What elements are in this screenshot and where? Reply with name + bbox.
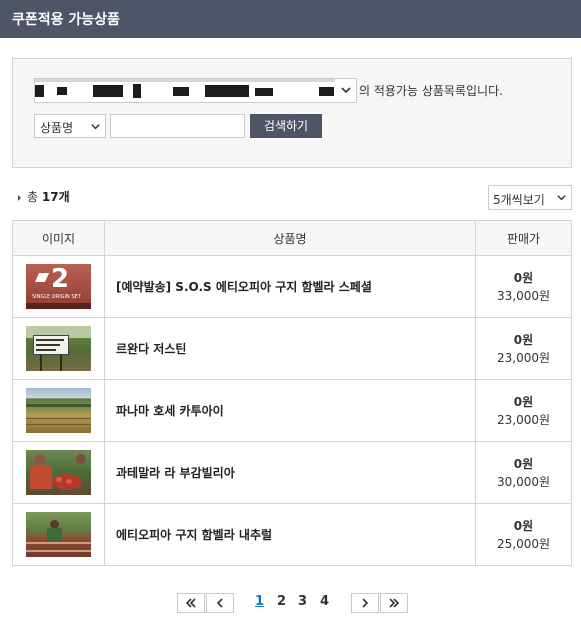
product-name[interactable]: 파나마 호세 카투아이 <box>105 380 476 441</box>
table-row[interactable]: 과테말라 라 부감빌리아 0원 30,000원 <box>13 442 571 504</box>
page-link-4[interactable]: 4 <box>320 594 329 609</box>
coupon-select-suffix: 의 적용가능 상품목록입니다. <box>359 84 503 98</box>
price-cell: 0원 23,000원 <box>476 380 571 441</box>
page-link-1[interactable]: 1 <box>255 594 264 609</box>
page-title: 쿠폰적용 가능상품 <box>0 0 581 38</box>
total-count-value: 17개 <box>41 190 70 204</box>
pagination: 1 2 3 4 <box>0 593 581 613</box>
redacted-block <box>205 85 249 97</box>
sale-price: 0원 <box>513 457 534 471</box>
image-cell <box>13 504 105 565</box>
column-header-image: 이미지 <box>13 221 105 255</box>
image-cell <box>13 318 105 379</box>
product-name[interactable]: 과테말라 라 부감빌리아 <box>105 442 476 503</box>
price-cell: 0원 25,000원 <box>476 504 571 565</box>
column-header-price: 판매가 <box>506 231 541 246</box>
search-button[interactable]: 검색하기 <box>250 114 322 138</box>
bullet-icon <box>18 194 21 201</box>
original-price: 23,000원 <box>496 351 551 365</box>
thumb-caption: SINGLE ORIGIN SET <box>32 294 81 300</box>
product-name[interactable]: 에티오피아 구지 함벨라 내추럴 <box>105 504 476 565</box>
next-page-button[interactable] <box>351 593 379 613</box>
coffee-field-image[interactable] <box>26 388 91 433</box>
double-chevron-right-icon <box>389 598 400 608</box>
original-price: 25,000원 <box>496 537 551 551</box>
original-price: 33,000원 <box>496 289 551 303</box>
first-page-button[interactable] <box>177 593 205 613</box>
table-row[interactable]: 2 SINGLE ORIGIN SET [예약발송] S.O.S 에티오피아 구… <box>13 256 571 318</box>
search-field-selected: 상품명 <box>40 121 74 135</box>
image-cell: 2 SINGLE ORIGIN SET <box>13 256 105 317</box>
price-cell: 0원 33,000원 <box>476 256 571 317</box>
redacted-block <box>93 85 123 97</box>
redacted-block <box>173 87 189 96</box>
total-count: 총 17개 <box>18 188 70 205</box>
table-header: 이미지 상품명 판매가 <box>13 221 571 256</box>
table-row[interactable]: 파나마 호세 카투아이 0원 23,000원 <box>13 380 571 442</box>
chevron-down-icon <box>341 87 351 94</box>
chevron-down-icon <box>557 195 566 201</box>
price-cell: 0원 30,000원 <box>476 442 571 503</box>
redacted-block <box>35 85 44 97</box>
search-panel: 의 적용가능 상품목록입니다. 상품명 검색하기 <box>12 58 572 168</box>
original-price: 30,000원 <box>496 475 551 489</box>
sale-price: 0원 <box>513 519 534 533</box>
redacted-block <box>255 88 273 96</box>
table-row[interactable]: 에티오피아 구지 함벨라 내추럴 0원 25,000원 <box>13 504 571 566</box>
table-row[interactable]: 르완다 저스틴 0원 23,000원 <box>13 318 571 380</box>
search-input[interactable] <box>110 114 245 138</box>
original-price: 23,000원 <box>496 413 551 427</box>
sale-price: 0원 <box>513 395 534 409</box>
chevron-right-icon <box>362 598 369 608</box>
product-table: 이미지 상품명 판매가 2 SINGLE ORIGIN SET [예약발송] S… <box>12 220 572 566</box>
sale-price: 0원 <box>513 271 534 285</box>
page-link-3[interactable]: 3 <box>298 594 307 609</box>
drying-beds-image[interactable] <box>26 512 91 557</box>
per-page-selected: 5개씩보기 <box>493 193 545 207</box>
last-page-button[interactable] <box>380 593 408 613</box>
farm-signboard-image[interactable] <box>26 326 91 371</box>
price-cell: 0원 23,000원 <box>476 318 571 379</box>
chevron-left-icon <box>216 598 223 608</box>
coupon-select[interactable] <box>34 78 357 103</box>
double-chevron-left-icon <box>185 598 196 608</box>
product-name[interactable]: 르완다 저스틴 <box>105 318 476 379</box>
redacted-border <box>35 79 335 82</box>
chevron-down-icon <box>91 124 100 130</box>
image-cell <box>13 380 105 441</box>
prev-page-button[interactable] <box>206 593 234 613</box>
redacted-block <box>319 87 334 96</box>
column-header-name: 상품명 <box>105 221 476 255</box>
sale-price: 0원 <box>513 333 534 347</box>
farmer-coffee-cherries-image[interactable] <box>26 450 91 495</box>
per-page-select[interactable]: 5개씩보기 <box>488 185 572 210</box>
product-name[interactable]: [예약발송] S.O.S 에티오피아 구지 함벨라 스페셜 <box>105 256 476 317</box>
image-cell <box>13 442 105 503</box>
single-origin-set-image[interactable]: 2 SINGLE ORIGIN SET <box>26 264 91 309</box>
total-prefix: 총 <box>27 190 39 204</box>
redacted-block <box>57 87 67 95</box>
page-link-2[interactable]: 2 <box>277 594 286 609</box>
redacted-block <box>133 84 141 98</box>
search-field-select[interactable]: 상품명 <box>34 114 106 138</box>
